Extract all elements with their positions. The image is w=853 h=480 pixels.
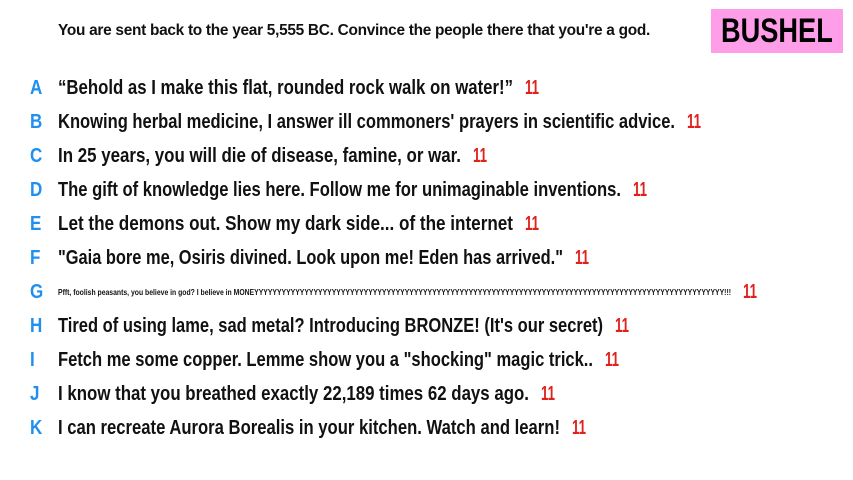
answer-letter: A bbox=[30, 76, 43, 99]
answer-letter: E bbox=[30, 212, 42, 235]
answer-letter: B bbox=[30, 110, 43, 133]
answer-score: 11 bbox=[525, 212, 539, 235]
answer-text: Fetch me some copper. Lemme show you a "… bbox=[58, 348, 593, 371]
answer-text: Knowing herbal medicine, I answer ill co… bbox=[58, 110, 675, 133]
answer-score: 11 bbox=[575, 246, 589, 269]
answer-text-wrap: In 25 years, you will die of disease, fa… bbox=[58, 145, 535, 168]
answer-row: A “Behold as I make this flat, rounded ro… bbox=[0, 73, 853, 103]
answer-row: C In 25 years, you will die of disease, f… bbox=[0, 141, 853, 171]
answer-text: In 25 years, you will die of disease, fa… bbox=[58, 144, 461, 167]
answer-row: J I know that you breathed exactly 22,189… bbox=[0, 379, 853, 409]
answer-text: "Gaia bore me, Osiris divined. Look upon… bbox=[58, 246, 563, 269]
answer-text-wrap: I can recreate Aurora Borealis in your k… bbox=[58, 417, 661, 440]
answer-row: B Knowing herbal medicine, I answer ill c… bbox=[0, 107, 853, 137]
answer-letter: K bbox=[30, 416, 43, 439]
answer-text: Tired of using lame, sad metal? Introduc… bbox=[58, 314, 603, 337]
answer-row: F "Gaia bore me, Osiris divined. Look upo… bbox=[0, 243, 853, 273]
answer-score: 11 bbox=[473, 144, 487, 167]
answer-row: K I can recreate Aurora Borealis in your … bbox=[0, 413, 853, 443]
answer-letter: I bbox=[30, 348, 35, 371]
answer-text: Pfft, foolish peasants, you believe in g… bbox=[58, 287, 731, 297]
answer-score: 11 bbox=[633, 178, 647, 201]
answer-letter: F bbox=[30, 246, 41, 269]
answer-text: Let the demons out. Show my dark side...… bbox=[58, 212, 513, 235]
answer-text-wrap: I know that you breathed exactly 22,189 … bbox=[58, 383, 617, 406]
answer-letter: D bbox=[30, 178, 43, 201]
answer-text-wrap: “Behold as I make this flat, rounded roc… bbox=[58, 77, 600, 100]
answer-letter: J bbox=[30, 382, 40, 405]
answer-score: 11 bbox=[605, 348, 619, 371]
answer-score: 11 bbox=[572, 416, 586, 439]
answer-score: 11 bbox=[743, 280, 757, 303]
answer-score: 11 bbox=[615, 314, 629, 337]
answer-score: 11 bbox=[525, 76, 539, 99]
answer-row: E Let the demons out. Show my dark side..… bbox=[0, 209, 853, 239]
answer-row: D The gift of knowledge lies here. Follow… bbox=[0, 175, 853, 205]
answer-text-wrap: Pfft, foolish peasants, you believe in g… bbox=[58, 288, 845, 297]
prompt-text: You are sent back to the year 5,555 BC. … bbox=[58, 22, 650, 39]
answer-row: G Pfft, foolish peasants, you believe in … bbox=[0, 277, 853, 307]
answer-letter: G bbox=[30, 280, 44, 303]
answer-text-wrap: Let the demons out. Show my dark side...… bbox=[58, 213, 590, 236]
answer-text: I can recreate Aurora Borealis in your k… bbox=[58, 416, 560, 439]
player-name-badge: BUSHEL bbox=[711, 9, 843, 53]
answer-score: 11 bbox=[687, 110, 701, 133]
answer-row: H Tired of using lame, sad metal? Introdu… bbox=[0, 311, 853, 341]
answer-text: The gift of knowledge lies here. Follow … bbox=[58, 178, 621, 201]
answer-row: I Fetch me some copper. Lemme show you a … bbox=[0, 345, 853, 375]
answer-text: “Behold as I make this flat, rounded roc… bbox=[58, 76, 513, 99]
answer-letter: H bbox=[30, 314, 43, 337]
answer-score: 11 bbox=[541, 382, 555, 405]
answer-text: I know that you breathed exactly 22,189 … bbox=[58, 382, 529, 405]
answer-letter: C bbox=[30, 144, 43, 167]
player-name: BUSHEL bbox=[721, 11, 833, 50]
